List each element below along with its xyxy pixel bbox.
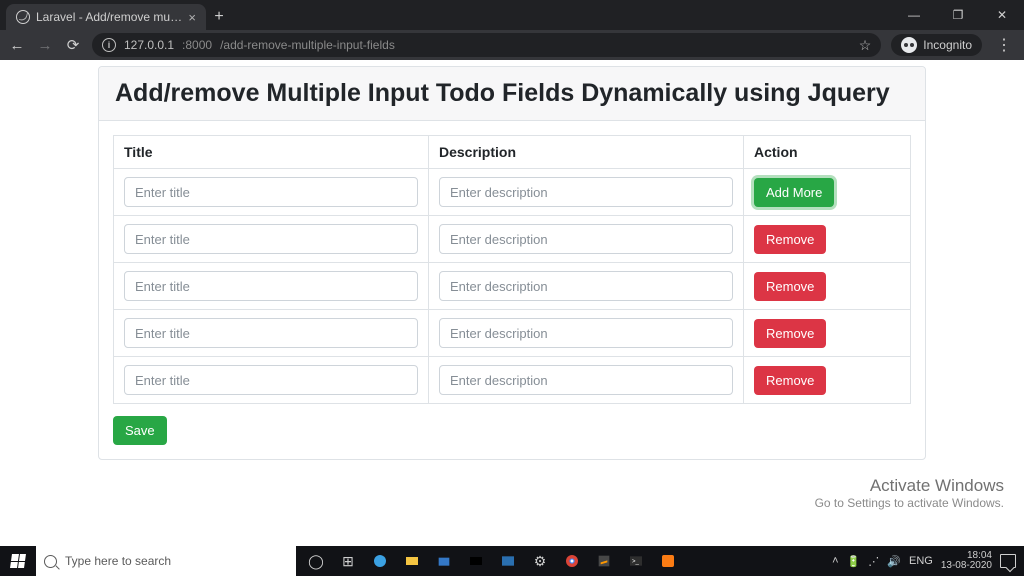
window-maximize-button[interactable]: ❐ <box>936 0 980 30</box>
cortana-icon[interactable]: ◯ <box>302 546 330 576</box>
description-input[interactable] <box>439 224 733 254</box>
battery-icon[interactable]: 🔋 <box>847 555 861 568</box>
bookmark-star-icon[interactable]: ☆ <box>859 37 872 54</box>
title-input[interactable] <box>124 318 418 348</box>
watermark-line2: Go to Settings to activate Windows. <box>815 496 1004 510</box>
back-button[interactable]: ← <box>8 37 26 54</box>
wifi-icon[interactable]: ⋰ <box>868 555 879 568</box>
incognito-badge[interactable]: Incognito <box>891 34 982 56</box>
globe-icon <box>16 10 30 24</box>
taskbar-clock[interactable]: 18:04 13-08-2020 <box>941 551 992 572</box>
tab-title: Laravel - Add/remove multiple in <box>36 10 182 24</box>
windows-activation-watermark: Activate Windows Go to Settings to activ… <box>815 476 1004 510</box>
window-minimize-button[interactable]: — <box>892 0 936 30</box>
taskbar-date: 13-08-2020 <box>941 561 992 572</box>
title-input[interactable] <box>124 365 418 395</box>
start-button[interactable] <box>0 546 36 576</box>
browser-menu-button[interactable]: ⋮ <box>992 35 1016 55</box>
watermark-line1: Activate Windows <box>815 476 1004 496</box>
card-header: Add/remove Multiple Input Todo Fields Dy… <box>99 67 925 121</box>
site-info-icon[interactable]: i <box>102 38 116 52</box>
description-input[interactable] <box>439 365 733 395</box>
terminal-icon[interactable]: >_ <box>622 546 650 576</box>
table-row: Remove <box>114 216 911 263</box>
address-bar[interactable]: i 127.0.0.1 :8000/add-remove-multiple-inp… <box>92 33 881 57</box>
photos-icon[interactable] <box>494 546 522 576</box>
edge-icon[interactable] <box>366 546 394 576</box>
action-center-icon[interactable] <box>1000 554 1016 568</box>
save-button[interactable]: Save <box>113 416 167 445</box>
fields-table: Title Description Action Add More Remove R… <box>113 135 911 404</box>
description-input[interactable] <box>439 177 733 207</box>
column-header-title: Title <box>114 136 429 169</box>
store-icon[interactable] <box>430 546 458 576</box>
svg-text:>_: >_ <box>632 559 640 565</box>
window-close-button[interactable]: ✕ <box>980 0 1024 30</box>
browser-titlebar: Laravel - Add/remove multiple in × + — ❐… <box>0 0 1024 30</box>
forward-button[interactable]: → <box>36 37 54 54</box>
system-tray: ˄ 🔋 ⋰ 🔊 ENG 18:04 13-08-2020 <box>824 546 1024 576</box>
table-row: Remove <box>114 310 911 357</box>
xampp-icon[interactable] <box>654 546 682 576</box>
add-more-button[interactable]: Add More <box>754 178 834 207</box>
remove-button[interactable]: Remove <box>754 366 826 395</box>
volume-icon[interactable]: 🔊 <box>887 555 901 568</box>
table-row: Remove <box>114 263 911 310</box>
incognito-label: Incognito <box>923 38 972 52</box>
search-icon <box>44 555 57 568</box>
taskbar-search-placeholder: Type here to search <box>65 554 171 568</box>
incognito-icon <box>901 37 917 53</box>
windows-logo-icon <box>10 554 26 568</box>
url-path: /add-remove-multiple-input-fields <box>220 38 395 52</box>
task-view-icon[interactable]: ⊞ <box>334 546 362 576</box>
close-tab-icon[interactable]: × <box>188 10 196 25</box>
table-row: Remove <box>114 357 911 404</box>
taskbar-apps: ◯ ⊞ ⚙ >_ <box>296 546 688 576</box>
title-input[interactable] <box>124 177 418 207</box>
remove-button[interactable]: Remove <box>754 225 826 254</box>
page-heading: Add/remove Multiple Input Todo Fields Dy… <box>115 79 909 108</box>
browser-toolbar: ← → ⟳ i 127.0.0.1 :8000/add-remove-multip… <box>0 30 1024 60</box>
title-input[interactable] <box>124 271 418 301</box>
language-indicator[interactable]: ENG <box>909 555 933 567</box>
remove-button[interactable]: Remove <box>754 272 826 301</box>
reload-button[interactable]: ⟳ <box>64 36 82 54</box>
form-card: Add/remove Multiple Input Todo Fields Dy… <box>98 66 926 460</box>
page-viewport: Add/remove Multiple Input Todo Fields Dy… <box>0 60 1024 546</box>
table-row: Add More <box>114 169 911 216</box>
new-tab-button[interactable]: + <box>206 4 232 30</box>
taskbar-search[interactable]: Type here to search <box>36 546 296 576</box>
url-port: :8000 <box>182 38 212 52</box>
tray-chevron-icon[interactable]: ˄ <box>832 555 838 567</box>
url-host: 127.0.0.1 <box>124 38 174 52</box>
sublime-icon[interactable] <box>590 546 618 576</box>
chrome-icon[interactable] <box>558 546 586 576</box>
browser-tab[interactable]: Laravel - Add/remove multiple in × <box>6 4 206 30</box>
column-header-action: Action <box>744 136 911 169</box>
mail-icon[interactable] <box>462 546 490 576</box>
description-input[interactable] <box>439 318 733 348</box>
windows-taskbar: Type here to search ◯ ⊞ ⚙ >_ ˄ 🔋 ⋰ 🔊 ENG… <box>0 546 1024 576</box>
title-input[interactable] <box>124 224 418 254</box>
column-header-description: Description <box>429 136 744 169</box>
file-explorer-icon[interactable] <box>398 546 426 576</box>
settings-icon[interactable]: ⚙ <box>526 546 554 576</box>
remove-button[interactable]: Remove <box>754 319 826 348</box>
description-input[interactable] <box>439 271 733 301</box>
